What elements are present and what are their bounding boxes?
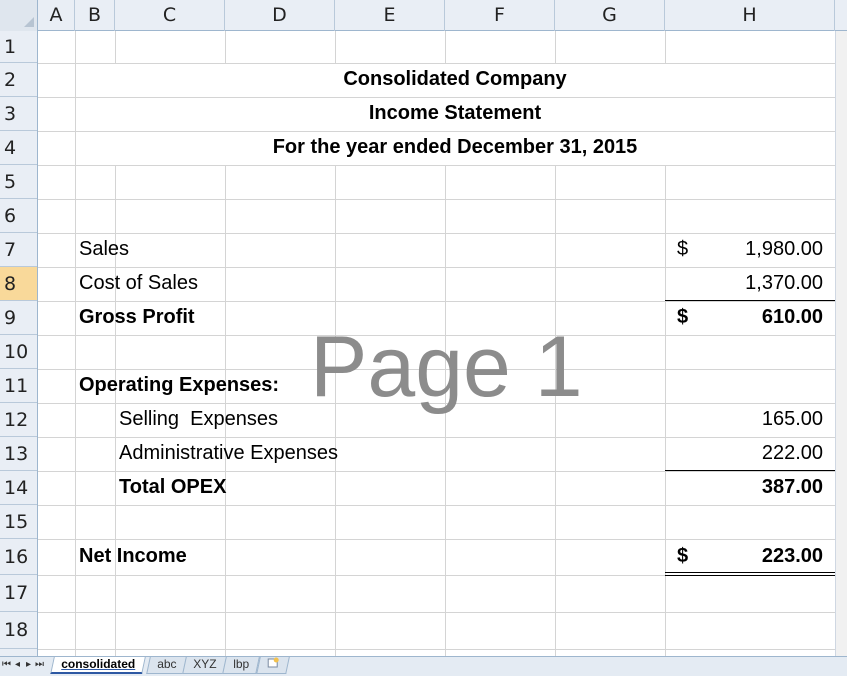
net-income-label: Net Income [79, 545, 187, 567]
selling-expenses-label: Selling Expenses [119, 408, 278, 430]
page-watermark: Page 1 [310, 319, 583, 415]
column-header-f[interactable]: F [445, 0, 555, 31]
row-header-16[interactable]: 16 [0, 539, 37, 575]
last-sheet-nav-icon[interactable]: ⏭ [35, 658, 44, 672]
row-header-11[interactable]: 11 [0, 369, 37, 403]
insert-sheet-icon [267, 657, 279, 672]
selling-expenses-value: 165.00 [761, 408, 823, 430]
row-header-18[interactable]: 18 [0, 612, 37, 649]
cell-bottom-border [665, 470, 835, 471]
sheet-tab-abc[interactable]: abc [146, 657, 188, 674]
row-header-12[interactable]: 12 [0, 403, 37, 437]
gridline [38, 199, 835, 200]
row-header-8[interactable]: 8 [0, 267, 37, 301]
row-header-3[interactable]: 3 [0, 97, 37, 131]
gross-profit-label: Gross Profit [79, 306, 195, 328]
prev-sheet-nav-icon[interactable]: ◂ [13, 658, 22, 672]
cost-of-sales-value: 1,370.00 [745, 272, 823, 294]
row-header-6[interactable]: 6 [0, 199, 37, 233]
column-header-d[interactable]: D [225, 0, 335, 31]
gross-profit-value: 610.00 [761, 306, 823, 328]
row-header-10[interactable]: 10 [0, 335, 37, 369]
sheet-tab-consolidated[interactable]: consolidated [50, 657, 146, 674]
sales-value: 1,980.00 [745, 238, 823, 260]
row-header-1[interactable]: 1 [0, 31, 37, 63]
row-header-17[interactable]: 17 [0, 575, 37, 612]
gridline [38, 471, 835, 472]
opex-header-label: Operating Expenses: [79, 374, 280, 396]
row-header-7[interactable]: 7 [0, 233, 37, 267]
gridline [38, 612, 835, 613]
gridline [38, 539, 835, 540]
gridline [38, 437, 835, 438]
sales-label: Sales [79, 238, 130, 260]
column-header-bar: A B C D E F G H [0, 0, 847, 31]
total-opex-value: 387.00 [761, 476, 823, 498]
company-name: Consolidated Company [343, 68, 567, 90]
gridline [38, 165, 835, 166]
row-header-2[interactable]: 2 [0, 63, 37, 97]
column-header-h[interactable]: H [665, 0, 835, 31]
statement-title: Income Statement [368, 102, 542, 124]
row-header-13[interactable]: 13 [0, 437, 37, 471]
row-header-bar: 1 2 3 4 5 6 7 8 9 10 11 12 13 14 15 16 1… [0, 31, 38, 656]
first-sheet-nav-icon[interactable]: ⏮ [2, 658, 11, 672]
gridline [38, 233, 835, 234]
row-header-5[interactable]: 5 [0, 165, 37, 199]
admin-expenses-label: Administrative Expenses [119, 442, 338, 464]
gridline [38, 505, 835, 506]
column-header-a[interactable]: A [38, 0, 75, 31]
insert-sheet-tab[interactable] [256, 657, 290, 674]
column-header-e[interactable]: E [335, 0, 445, 31]
next-sheet-nav-icon[interactable]: ▸ [24, 658, 33, 672]
total-opex-label: Total OPEX [119, 476, 227, 498]
column-header-g[interactable]: G [555, 0, 665, 31]
gridline [38, 301, 835, 302]
column-header-c[interactable]: C [115, 0, 225, 31]
column-header-b[interactable]: B [75, 0, 115, 31]
double-underline-bottom [665, 575, 835, 576]
cell-bottom-border [665, 300, 835, 301]
cost-of-sales-label: Cost of Sales [79, 272, 198, 294]
row-header-9[interactable]: 9 [0, 301, 37, 335]
gridline [38, 649, 835, 650]
row-header-15[interactable]: 15 [0, 505, 37, 539]
gridline [38, 267, 835, 268]
vertical-scrollbar[interactable] [835, 31, 847, 656]
select-all-triangle-icon [24, 17, 34, 27]
double-underline-top [665, 572, 835, 573]
row-header-4[interactable]: 4 [0, 131, 37, 165]
statement-period: For the year ended December 31, 2015 [272, 136, 638, 158]
admin-expenses-value: 222.00 [761, 442, 823, 464]
row-header-14[interactable]: 14 [0, 471, 37, 505]
sheet-tab-xyz[interactable]: XYZ [182, 657, 228, 674]
sheet-tab-lbp[interactable]: lbp [222, 657, 260, 674]
net-income-value: 223.00 [761, 545, 823, 567]
